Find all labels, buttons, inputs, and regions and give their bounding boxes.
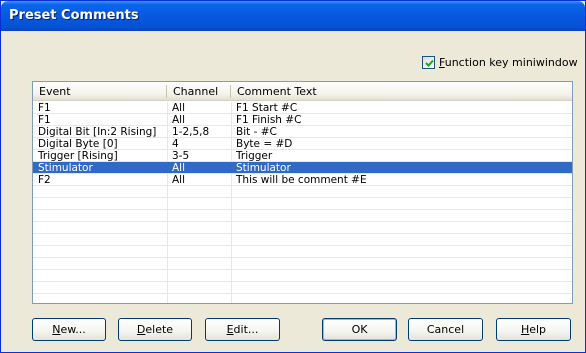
empty-list-row[interactable] (33, 246, 572, 258)
empty-list-row[interactable] (33, 186, 572, 198)
column-header-event[interactable]: Event (33, 82, 167, 101)
edit-button[interactable]: Edit... (205, 318, 280, 341)
preset-comments-list[interactable]: Event Channel Comment Text F1 All F1 Start… (32, 81, 573, 304)
column-header-comment-text[interactable]: Comment Text (231, 82, 572, 101)
help-button[interactable]: Help (496, 318, 571, 341)
checkmark-icon (425, 59, 434, 67)
cell-channel: All (172, 162, 186, 174)
cell-event: F1 (38, 114, 51, 126)
title-bar[interactable]: Preset Comments (1, 1, 585, 31)
cell-comment: Trigger (236, 150, 273, 162)
new-button[interactable]: New... (32, 318, 106, 341)
list-rows: F1 All F1 Start #C F1 All F1 Finish #C Digital… (33, 102, 572, 294)
list-row[interactable]: F1 All F1 Start #C (33, 102, 572, 114)
cancel-button[interactable]: Cancel (408, 318, 483, 341)
cell-comment: Bit - #C (236, 126, 277, 138)
cell-event: Digital Byte [0] (38, 138, 118, 150)
ok-button[interactable]: OK (322, 318, 397, 341)
empty-list-row[interactable] (33, 222, 572, 234)
empty-list-row[interactable] (33, 270, 572, 282)
cell-comment: Byte = #D (236, 138, 293, 150)
cell-channel: 4 (172, 138, 179, 150)
function-key-miniwindow-label[interactable]: Function key miniwindow (439, 56, 578, 69)
cell-event: Digital Bit [In:2 Rising] (38, 126, 157, 138)
preset-comments-dialog: Preset Comments Function key miniwindow … (0, 0, 586, 353)
cell-comment: This will be comment #E (236, 174, 367, 186)
cell-channel: All (172, 102, 186, 114)
cell-comment: F1 Start #C (236, 102, 298, 114)
list-row[interactable]: Trigger [Rising] 3-5 Trigger (33, 150, 572, 162)
cell-channel: 1-2,5,8 (172, 126, 210, 138)
list-row[interactable]: Stimulator All Stimulator (33, 162, 572, 174)
delete-button[interactable]: Delete (118, 318, 192, 341)
empty-list-row[interactable] (33, 234, 572, 246)
function-key-miniwindow-option[interactable]: Function key miniwindow (422, 54, 578, 70)
cell-comment: F1 Finish #C (236, 114, 302, 126)
cell-event: Trigger [Rising] (38, 150, 118, 162)
list-row[interactable]: Digital Bit [In:2 Rising] 1-2,5,8 Bit - #C (33, 126, 572, 138)
function-key-miniwindow-checkbox[interactable] (422, 55, 435, 69)
window-title: Preset Comments (9, 8, 139, 23)
cell-channel: All (172, 114, 186, 126)
list-row[interactable]: F1 All F1 Finish #C (33, 114, 572, 126)
list-row[interactable]: F2 All This will be comment #E (33, 174, 572, 186)
empty-list-row[interactable] (33, 282, 572, 294)
empty-list-row[interactable] (33, 258, 572, 270)
cell-channel: 3-5 (172, 150, 190, 162)
cell-event: F2 (38, 174, 51, 186)
cell-event: Stimulator (38, 162, 93, 174)
cell-comment: Stimulator (236, 162, 291, 174)
column-header-channel[interactable]: Channel (167, 82, 231, 101)
list-row[interactable]: Digital Byte [0] 4 Byte = #D (33, 138, 572, 150)
empty-list-row[interactable] (33, 198, 572, 210)
empty-list-row[interactable] (33, 210, 572, 222)
cell-channel: All (172, 174, 186, 186)
list-header: Event Channel Comment Text (33, 82, 572, 101)
cell-event: F1 (38, 102, 51, 114)
